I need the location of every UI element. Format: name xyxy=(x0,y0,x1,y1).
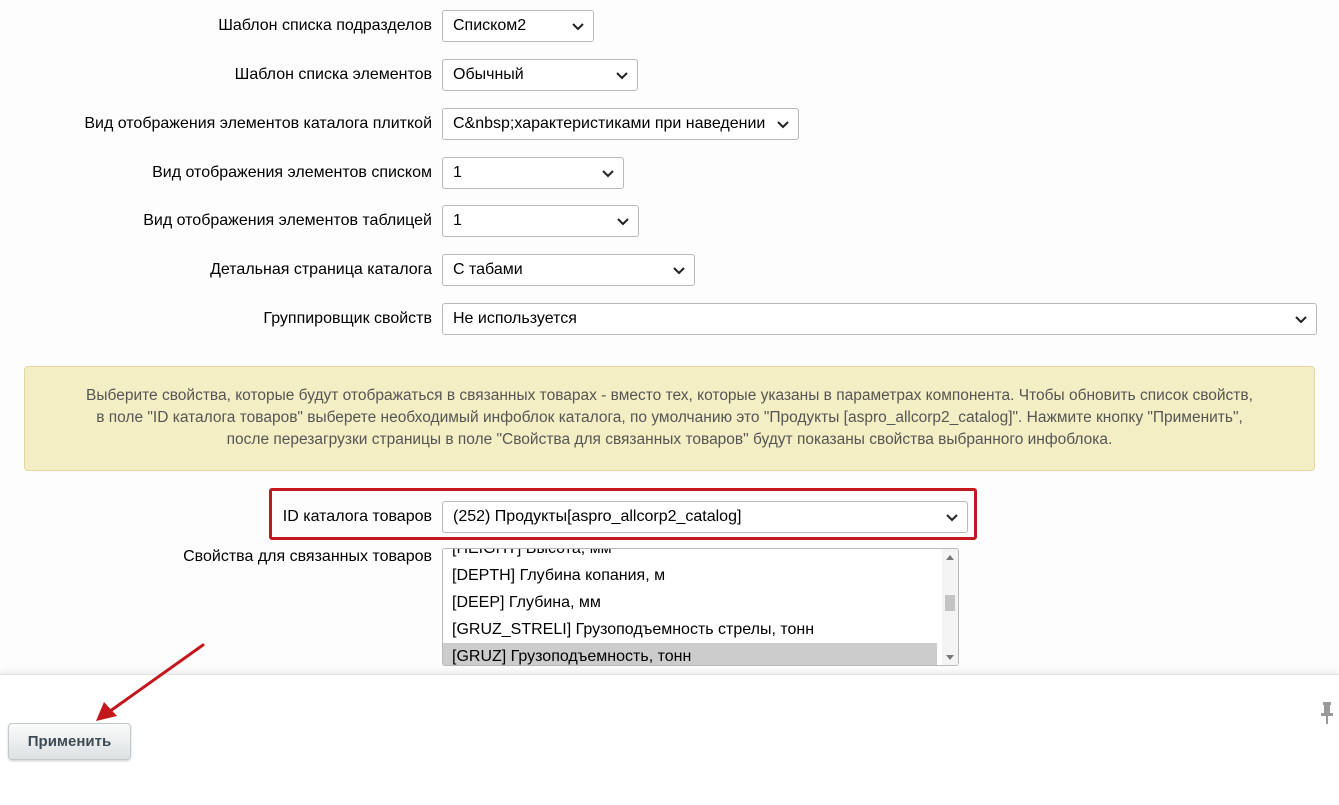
apply-button[interactable]: Применить xyxy=(8,723,131,760)
list-view-select[interactable]: 1 xyxy=(442,157,624,189)
form-row-table-view: Вид отображения элементов таблицей 1 xyxy=(0,205,1339,237)
list-item[interactable]: [GRUZ_STRELI] Грузоподъемность стрелы, т… xyxy=(443,616,937,643)
field-label: Вид отображения элементов таблицей xyxy=(143,212,432,229)
info-note: Выберите свойства, которые будут отображ… xyxy=(24,366,1315,471)
info-text-line: в поле "ID каталога товаров" выберете не… xyxy=(96,409,1243,426)
list-item-selected[interactable]: [GRUZ] Грузоподъемность, тонн xyxy=(443,643,937,665)
chevron-down-icon xyxy=(673,267,685,275)
list-item[interactable]: [HEIGHT] Высота, мм xyxy=(443,549,937,562)
list-item[interactable]: [DEPTH] Глубина копания, м xyxy=(443,562,937,589)
chevron-down-icon xyxy=(777,121,789,129)
field-label: Шаблон списка элементов xyxy=(234,66,432,83)
section-list-template-select[interactable]: Списком2 xyxy=(442,10,594,42)
field-label: Детальная страница каталога xyxy=(210,261,432,278)
select-value: Не используется xyxy=(453,310,577,327)
scroll-up-icon[interactable] xyxy=(946,555,954,560)
scroll-down-icon[interactable] xyxy=(946,655,954,660)
element-list-template-select[interactable]: Обычный xyxy=(442,59,638,91)
property-grouper-select[interactable]: Не используется xyxy=(442,303,1317,335)
form-row-detail-page: Детальная страница каталога С табами xyxy=(0,254,1339,286)
form-row-property-grouper: Группировщик свойств Не используется xyxy=(0,303,1339,335)
select-value: Обычный xyxy=(453,66,524,83)
detail-page-select[interactable]: С табами xyxy=(442,254,695,286)
form-row-tile-view: Вид отображения элементов каталога плитк… xyxy=(0,108,1339,140)
highlight-frame xyxy=(269,488,977,540)
field-label: Группировщик свойств xyxy=(263,310,432,327)
chevron-down-icon xyxy=(1295,316,1307,324)
pin-icon[interactable] xyxy=(1318,700,1336,726)
chevron-down-icon xyxy=(572,23,584,31)
select-value: Списком2 xyxy=(453,17,527,34)
listbox-items: [HEIGHT] Высота, мм [DEPTH] Глубина копа… xyxy=(443,549,937,665)
table-view-select[interactable]: 1 xyxy=(442,205,639,237)
related-props-listbox[interactable]: [HEIGHT] Высота, мм [DEPTH] Глубина копа… xyxy=(442,548,959,666)
select-value: 1 xyxy=(453,164,462,181)
info-text-line: Выберите свойства, которые будут отображ… xyxy=(86,387,1253,404)
chevron-down-icon xyxy=(617,218,629,226)
info-text-line: после перезагрузки страницы в поле "Свой… xyxy=(226,431,1113,448)
select-value: С табами xyxy=(453,261,523,278)
form-row-list-view: Вид отображения элементов списком 1 xyxy=(0,157,1339,189)
field-label: Вид отображения элементов каталога плитк… xyxy=(84,115,432,132)
chevron-down-icon xyxy=(616,72,628,80)
scrollbar-thumb[interactable] xyxy=(945,595,955,611)
select-value: 1 xyxy=(453,212,462,229)
list-item[interactable]: [DEEP] Глубина, мм xyxy=(443,589,937,616)
arrow-annotation xyxy=(96,643,205,721)
field-label: Свойства для связанных товаров xyxy=(183,548,432,565)
listbox-scrollbar[interactable] xyxy=(942,549,958,665)
form-row-element-list-template: Шаблон списка элементов Обычный xyxy=(0,59,1339,91)
tile-view-select[interactable]: C&nbsp;характеристиками при наведении xyxy=(442,108,799,140)
field-label: Шаблон списка подразделов xyxy=(218,17,432,34)
chevron-down-icon xyxy=(602,170,614,178)
field-label: Вид отображения элементов списком xyxy=(152,164,432,181)
form-row-section-list-template: Шаблон списка подразделов Списком2 xyxy=(0,10,1339,42)
select-value: C&nbsp;характеристиками при наведении xyxy=(453,115,766,132)
